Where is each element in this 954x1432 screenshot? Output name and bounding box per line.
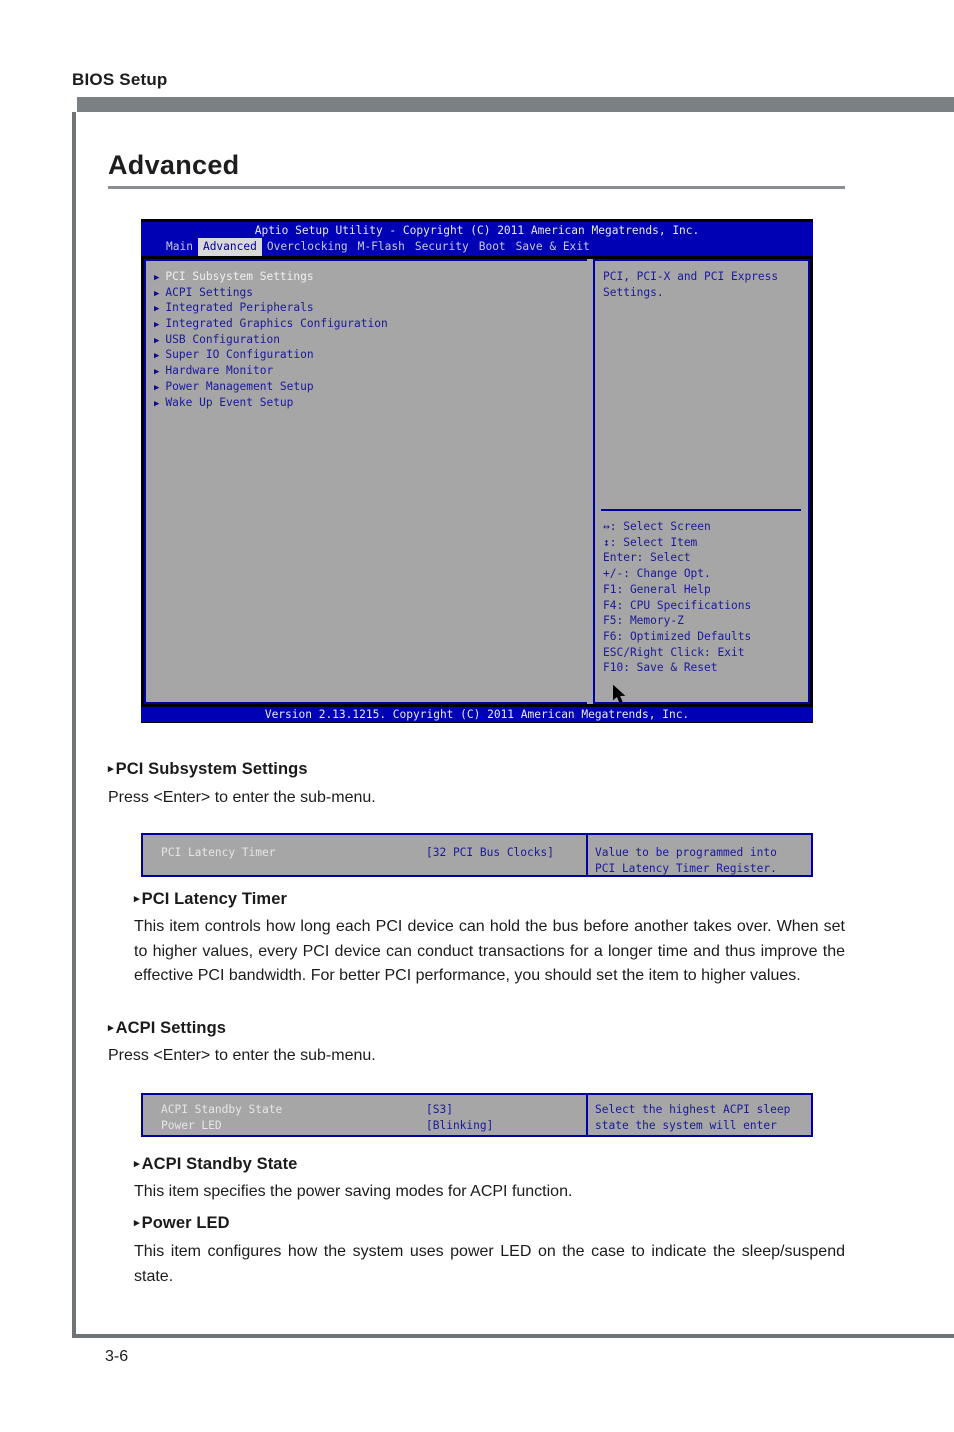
running-head: BIOS Setup [72, 70, 168, 89]
bios-menu-item-label: Super IO Configuration [165, 348, 314, 362]
tab-save-exit[interactable]: Save & Exit [511, 238, 595, 256]
bullet-heading-acpi-standby: ▸ ACPI Standby State [134, 1155, 298, 1173]
bios-help-divider [601, 509, 801, 511]
bios-body: ▶ PCI Subsystem Settings ▶ ACPI Settings ▶ In… [144, 259, 810, 704]
triangle-bullet-icon: ▸ [134, 1158, 140, 1170]
triangle-bullet-icon: ▸ [108, 1022, 114, 1034]
menu-arrow-icon: ▶ [154, 304, 160, 315]
bios-menu-item-pci-subsystem-settings[interactable]: ▶ PCI Subsystem Settings [154, 269, 388, 285]
bios-menu-item-label: USB Configuration [165, 332, 280, 346]
tab-m-flash[interactable]: M-Flash [353, 238, 410, 256]
bios-title-text: Aptio Setup Utility - Copyright (C) 2011… [254, 224, 700, 237]
page-title-underline [108, 186, 845, 189]
bios-menu-item-power-management-setup[interactable]: ▶ Power Management Setup [154, 379, 388, 395]
bios-menu-item-label: ACPI Settings [165, 285, 253, 299]
page-number: 3-6 [105, 1348, 129, 1365]
bullet-heading-power-led: ▸ Power LED [134, 1214, 230, 1232]
bios-strip-divider [586, 833, 588, 877]
paragraph-power-led: This item configures how the system uses… [134, 1243, 845, 1285]
bios-key-legend: ↔: Select Screen ↕: Select Item Enter: S… [603, 520, 752, 675]
bios-menu-list[interactable]: ▶ PCI Subsystem Settings ▶ ACPI Settings ▶ In… [154, 269, 388, 410]
bios-menu-item-super-io-configuration[interactable]: ▶ Super IO Configuration [154, 347, 388, 363]
bios-menu-item-label: PCI Subsystem Settings [165, 270, 314, 283]
bios-strip-pci-latency: PCI Latency Timer [32 PCI Bus Clocks] Va… [141, 833, 813, 877]
paragraph-pci-subsystem: Press <Enter> to enter the sub-menu. [108, 789, 376, 806]
menu-arrow-icon: ▶ [154, 382, 160, 393]
header-rule [72, 97, 954, 112]
bios-menu-item-usb-configuration[interactable]: ▶ USB Configuration [154, 332, 388, 348]
triangle-bullet-icon: ▸ [134, 1217, 140, 1229]
bios-help-panel: PCI, PCI-X and PCI Express Settings. ↔: … [593, 259, 810, 704]
bios-menu-item-label: Integrated Peripherals [165, 301, 314, 315]
menu-arrow-icon: ▶ [154, 367, 160, 378]
menu-arrow-icon: ▶ [154, 288, 160, 299]
footer-rule [72, 1334, 954, 1338]
setting-label: PCI Latency Timer [161, 846, 276, 859]
bios-menu-item-acpi-settings[interactable]: ▶ ACPI Settings [154, 285, 388, 301]
triangle-bullet-icon: ▸ [108, 763, 114, 775]
paragraph-pci-latency: This item controls how long each PCI dev… [134, 918, 845, 984]
tab-security[interactable]: Security [410, 238, 474, 256]
triangle-bullet-icon: ▸ [134, 893, 140, 905]
bullet-heading-pci-subsystem: ▸ PCI Subsystem Settings [108, 760, 308, 778]
bios-menu-item-hardware-monitor[interactable]: ▶ Hardware Monitor [154, 363, 388, 379]
bios-strip-divider [586, 1093, 588, 1137]
mouse-pointer-icon [613, 685, 626, 703]
bullet-heading-acpi-settings: ▸ ACPI Settings [108, 1019, 227, 1037]
bios-tab-bar[interactable]: Main Advanced Overclocking M-Flash Security B… [141, 238, 813, 256]
bios-menu-item-label: Wake Up Event Setup [165, 395, 294, 409]
bios-menu-panel: ▶ PCI Subsystem Settings ▶ ACPI Settings ▶ In… [144, 259, 587, 704]
tab-overclocking[interactable]: Overclocking [262, 238, 353, 256]
bios-help-text: PCI, PCI-X and PCI Express Settings. [603, 270, 779, 299]
bios-menu-item-label: Hardware Monitor [165, 364, 274, 378]
bios-version-bar: Version 2.13.1215. Copyright (C) 2011 Am… [141, 707, 813, 722]
setting-label: Power LED [161, 1119, 222, 1132]
tab-advanced[interactable]: Advanced [197, 238, 262, 256]
setting-value[interactable]: [S3] [426, 1102, 453, 1118]
bios-strip-acpi: ACPI Standby State [S3] Power LED [Blink… [141, 1093, 813, 1137]
page-title: Advanced [108, 150, 240, 180]
bios-menu-item-integrated-peripherals[interactable]: ▶ Integrated Peripherals [154, 300, 388, 316]
bios-menu-item-label: Integrated Graphics Configuration [165, 317, 388, 331]
left-margin-rail [72, 112, 76, 1334]
menu-arrow-icon: ▶ [154, 320, 160, 331]
menu-arrow-icon: ▶ [154, 273, 160, 283]
tab-main[interactable]: Main [161, 238, 198, 256]
setting-value[interactable]: [32 PCI Bus Clocks] [426, 845, 554, 861]
setting-label: ACPI Standby State [161, 1103, 283, 1116]
setting-value[interactable]: [Blinking] [426, 1118, 493, 1134]
menu-arrow-icon: ▶ [154, 335, 160, 346]
setting-help: Value to be programmed into PCI Latency … [595, 846, 777, 875]
bios-screenshot-main: Aptio Setup Utility - Copyright (C) 2011… [141, 219, 813, 723]
header-rule-notch [72, 97, 77, 112]
menu-arrow-icon: ▶ [154, 398, 160, 409]
menu-arrow-icon: ▶ [154, 351, 160, 362]
bullet-heading-pci-latency: ▸ PCI Latency Timer [134, 890, 287, 908]
bios-menu-item-wake-up-event-setup[interactable]: ▶ Wake Up Event Setup [154, 395, 388, 411]
paragraph-acpi-standby: This item specifies the power saving mod… [134, 1183, 573, 1200]
setting-help: Select the highest ACPI sleep state the … [595, 1103, 791, 1132]
bios-menu-item-integrated-graphics-configuration[interactable]: ▶ Integrated Graphics Configuration [154, 316, 388, 332]
tab-boot[interactable]: Boot [474, 238, 511, 256]
paragraph-acpi-settings: Press <Enter> to enter the sub-menu. [108, 1047, 376, 1064]
bios-menu-item-label: Power Management Setup [165, 379, 314, 393]
